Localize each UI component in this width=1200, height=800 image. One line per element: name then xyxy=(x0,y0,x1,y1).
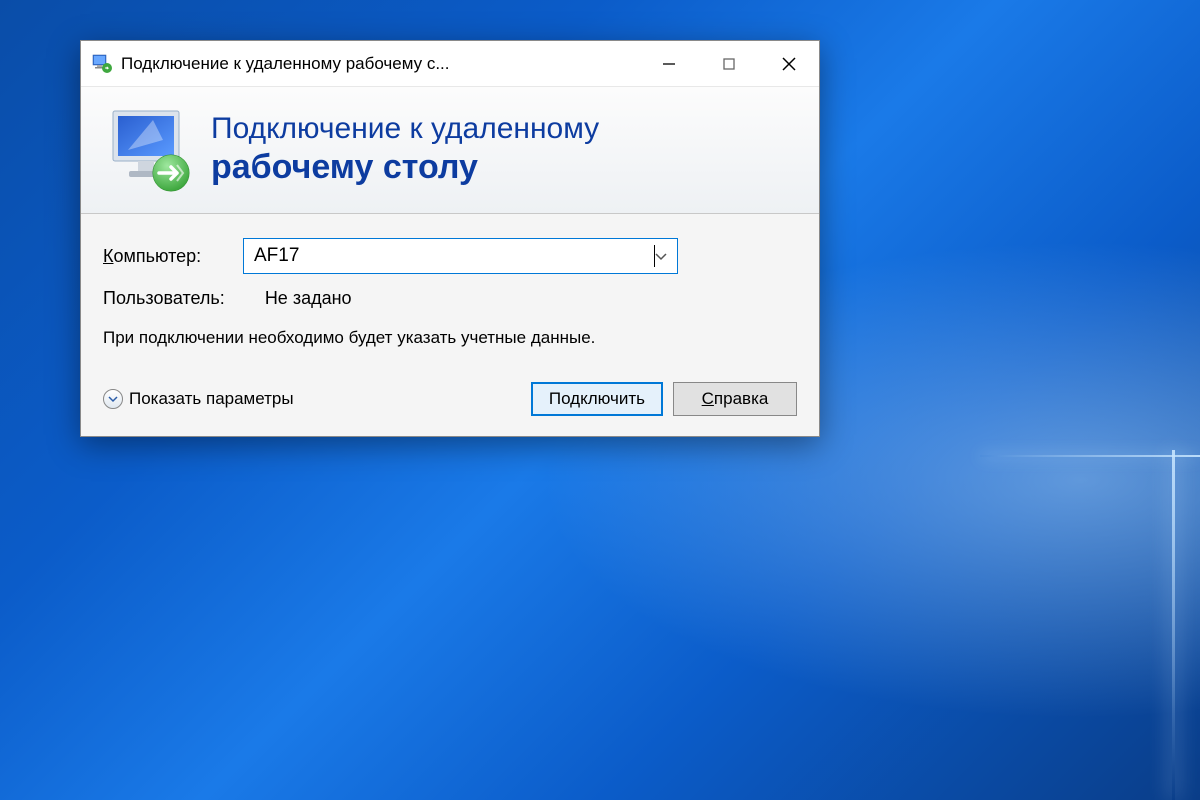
window-title: Подключение к удаленному рабочему с... xyxy=(121,54,639,74)
user-label: Пользователь: xyxy=(103,288,225,309)
chevron-down-circle-icon xyxy=(103,389,123,409)
rdp-icon xyxy=(103,105,193,193)
maximize-button[interactable] xyxy=(699,41,759,86)
computer-value: AF17 xyxy=(254,245,653,267)
connect-button[interactable]: Подключить xyxy=(531,382,663,416)
close-button[interactable] xyxy=(759,41,819,86)
show-options-toggle[interactable]: Показать параметры xyxy=(103,389,521,409)
computer-label: Компьютер: xyxy=(103,246,243,267)
app-icon xyxy=(91,53,113,75)
help-button[interactable]: Справка xyxy=(673,382,797,416)
titlebar[interactable]: Подключение к удаленному рабочему с... xyxy=(81,41,819,87)
banner-title-line1: Подключение к удаленному xyxy=(211,112,599,146)
computer-combobox[interactable]: AF17 xyxy=(243,238,678,274)
show-options-label: Показать параметры xyxy=(129,389,294,409)
banner-title-line2: рабочему столу xyxy=(211,148,599,187)
user-value: Не задано xyxy=(265,288,352,309)
minimize-button[interactable] xyxy=(639,41,699,86)
rdp-dialog: Подключение к удаленному рабочему с... xyxy=(80,40,820,437)
form-area: Компьютер: AF17 Пользователь: Не задано … xyxy=(81,214,819,436)
credentials-hint: При подключении необходимо будет указать… xyxy=(103,327,797,350)
chevron-down-icon[interactable] xyxy=(655,249,667,264)
banner: Подключение к удаленному рабочему столу xyxy=(81,87,819,214)
